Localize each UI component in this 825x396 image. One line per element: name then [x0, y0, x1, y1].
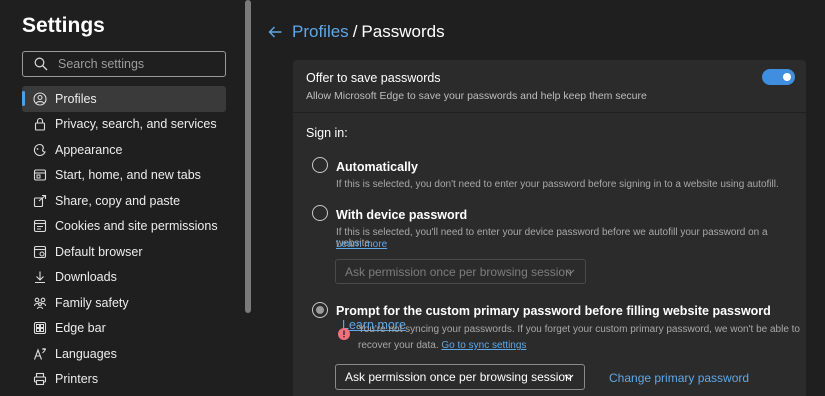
profile-icon — [33, 92, 47, 106]
change-primary-password-link[interactable]: Change primary password — [609, 371, 749, 385]
radio-selected-dot — [316, 306, 324, 314]
sidebar-scrollbar[interactable] — [245, 0, 251, 313]
sidebar-item-label: Profiles — [55, 91, 97, 106]
search-input[interactable] — [58, 57, 218, 71]
chevron-down-icon — [564, 374, 574, 380]
sidebar-item-start-home[interactable]: Start, home, and new tabs — [22, 163, 226, 189]
home-icon — [33, 169, 47, 181]
sidebar-item-cookies[interactable]: Cookies and site permissions — [22, 214, 226, 240]
device-permission-select[interactable]: Ask permission once per browsing session — [335, 259, 586, 284]
languages-icon — [33, 347, 46, 360]
breadcrumb: Profiles / Passwords — [292, 22, 445, 42]
sidebar-item-edge-bar[interactable]: Edge bar — [22, 316, 226, 342]
sidebar-item-family-safety[interactable]: Family safety — [22, 290, 226, 316]
sidebar-item-profiles[interactable]: Profiles — [22, 86, 226, 112]
sidebar-item-label: Share, copy and paste — [55, 193, 181, 208]
sidebar: Settings Profiles Privacy, search, and s… — [0, 0, 243, 396]
sidebar-title: Settings — [22, 14, 105, 37]
printer-icon — [33, 373, 47, 386]
share-icon — [33, 194, 47, 207]
search-box[interactable] — [22, 51, 226, 77]
toggle-knob — [783, 73, 791, 81]
sidebar-item-label: Start, home, and new tabs — [55, 168, 201, 183]
sidebar-item-appearance[interactable]: Appearance — [22, 137, 226, 163]
sidebar-item-languages[interactable]: Languages — [22, 341, 226, 367]
option-device-title: With device password — [336, 208, 468, 222]
breadcrumb-separator: / — [352, 22, 358, 41]
sidebar-item-label: Edge bar — [55, 321, 106, 336]
sidebar-item-label: Languages — [55, 346, 117, 361]
sync-warning-line2: recover your data. Go to sync settings — [358, 340, 526, 351]
family-icon — [34, 297, 46, 309]
sync-warning-line1: You're not syncing your passwords. If yo… — [358, 324, 800, 335]
warning-icon — [338, 328, 350, 340]
offer-save-title: Offer to save passwords — [306, 71, 441, 85]
radio-custom-primary-password[interactable] — [312, 302, 328, 318]
sidebar-item-label: Printers — [55, 372, 99, 387]
breadcrumb-link-profiles[interactable]: Profiles — [292, 22, 349, 41]
browser-icon — [33, 245, 47, 258]
divider — [293, 112, 806, 113]
sidebar-item-label: Privacy, search, and services — [55, 117, 217, 132]
radio-device-password[interactable] — [312, 205, 328, 221]
appearance-icon — [33, 143, 46, 156]
sidebar-item-label: Cookies and site permissions — [55, 219, 218, 234]
option-automatically-title: Automatically — [336, 160, 418, 174]
custom-permission-select[interactable]: Ask permission once per browsing session — [335, 364, 585, 390]
sidebar-item-downloads[interactable]: Downloads — [22, 265, 226, 291]
option-custom-title-text: Prompt for the custom primary password b… — [336, 304, 771, 318]
search-icon — [34, 57, 48, 71]
passwords-card: Offer to save passwords Allow Microsoft … — [293, 60, 806, 396]
select-value: Ask permission once per browsing session — [345, 370, 572, 384]
device-learn-more-link[interactable]: Learn more — [336, 239, 387, 250]
lock-icon — [34, 118, 46, 131]
sidebar-item-default-browser[interactable]: Default browser — [22, 239, 226, 265]
signin-label: Sign in: — [306, 126, 348, 140]
go-to-sync-settings-link[interactable]: Go to sync settings — [441, 340, 526, 351]
download-icon — [35, 271, 45, 284]
sidebar-item-share[interactable]: Share, copy and paste — [22, 188, 226, 214]
chevron-down-icon — [565, 269, 575, 275]
select-value: Ask permission once per browsing session — [345, 264, 572, 279]
option-device-description: If this is selected, you'll need to ente… — [336, 227, 768, 249]
edge-bar-icon — [33, 322, 47, 335]
cookies-icon — [33, 220, 47, 233]
sidebar-item-printers[interactable]: Printers — [22, 367, 226, 393]
sidebar-item-privacy[interactable]: Privacy, search, and services — [22, 112, 226, 138]
offer-save-toggle[interactable] — [762, 69, 795, 85]
offer-save-description: Allow Microsoft Edge to save your passwo… — [306, 90, 647, 102]
sidebar-nav: Profiles Privacy, search, and services A… — [22, 86, 226, 392]
sidebar-item-label: Appearance — [55, 142, 123, 157]
option-automatically-description: If this is selected, you don't need to e… — [336, 179, 779, 190]
page-title: Passwords — [361, 22, 445, 41]
back-arrow-icon[interactable] — [267, 24, 283, 40]
sync-warning-text: recover your data. — [358, 340, 439, 351]
sidebar-item-label: Default browser — [55, 244, 143, 259]
sidebar-item-label: Family safety — [55, 295, 129, 310]
sidebar-item-label: Downloads — [55, 270, 117, 285]
radio-automatically[interactable] — [312, 157, 328, 173]
